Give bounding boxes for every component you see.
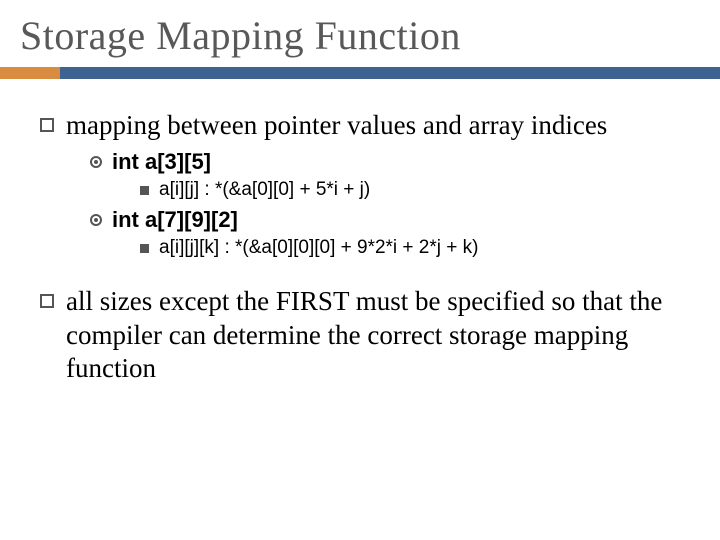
content-area: mapping between pointer values and array… [0, 79, 720, 386]
square-bullet-icon [40, 294, 54, 308]
filled-square-bullet-icon [140, 186, 149, 195]
bullet-text: all sizes except the FIRST must be speci… [66, 285, 690, 386]
subsub-bullet-text: a[i][j] : *(&a[0][0] + 5*i + j) [159, 179, 370, 201]
sub-bullet-text: int a[7][9][2] [112, 207, 238, 233]
subsub-bullet-item: a[i][j] : *(&a[0][0] + 5*i + j) [140, 179, 690, 201]
bullet-item: all sizes except the FIRST must be speci… [40, 285, 690, 386]
circle-bullet-icon [90, 214, 102, 226]
slide-title: Storage Mapping Function [20, 12, 700, 59]
subsub-bullet-text: a[i][j][k] : *(&a[0][0][0] + 9*2*i + 2*j… [159, 237, 478, 259]
square-bullet-icon [40, 118, 54, 132]
sub-bullet-text: int a[3][5] [112, 149, 211, 175]
filled-square-bullet-icon [140, 244, 149, 253]
slide: Storage Mapping Function mapping between… [0, 0, 720, 540]
bullet-item: mapping between pointer values and array… [40, 109, 690, 143]
bullet-text: mapping between pointer values and array… [66, 109, 607, 143]
sub-bullet-item: int a[7][9][2] [90, 207, 690, 233]
divider-main [60, 67, 720, 79]
title-row: Storage Mapping Function [0, 0, 720, 67]
sub-bullet-item: int a[3][5] [90, 149, 690, 175]
circle-bullet-icon [90, 156, 102, 168]
divider-bar [0, 67, 720, 79]
subsub-bullet-item: a[i][j][k] : *(&a[0][0][0] + 9*2*i + 2*j… [140, 237, 690, 259]
divider-accent [0, 67, 60, 79]
